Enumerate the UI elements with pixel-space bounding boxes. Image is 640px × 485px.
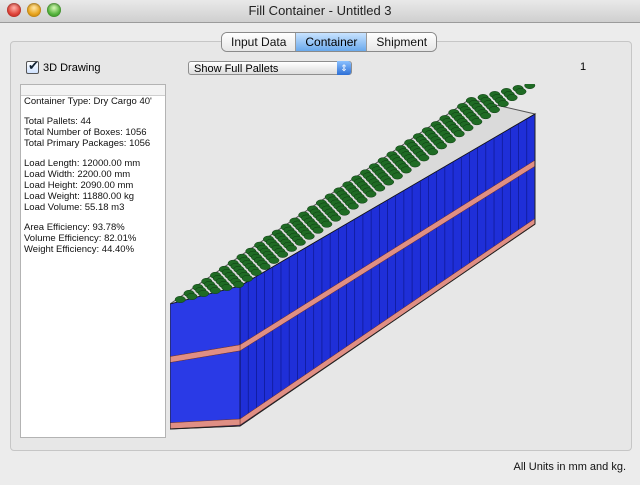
total-boxes: Total Number of Boxes: 1056 — [24, 127, 147, 138]
drum-top — [400, 166, 412, 174]
drum-top — [489, 106, 500, 114]
drum-top — [259, 262, 271, 270]
drum-top — [383, 178, 395, 186]
drum-top — [409, 160, 421, 168]
drum-top — [198, 290, 210, 297]
drum-top — [462, 124, 474, 132]
tab-bar: Input Data Container Shipment — [221, 32, 438, 52]
drum-top — [286, 244, 297, 252]
drum-top — [294, 238, 306, 246]
volume-efficiency: Volume Efficiency: 82.01% — [24, 233, 137, 244]
drum-top — [209, 287, 221, 294]
pallet-display-value: Show Full Pallets — [194, 63, 279, 75]
drum-top — [250, 268, 262, 276]
window-title: Fill Container - Untitled 3 — [248, 3, 392, 18]
drum-top — [268, 256, 280, 264]
drum-top — [374, 184, 386, 192]
drum-top — [303, 232, 315, 240]
load-weight: Load Weight: 11880.00 kg — [24, 191, 135, 202]
tab-input-data[interactable]: Input Data — [222, 33, 297, 51]
drum-top — [339, 208, 350, 216]
drum-top — [444, 136, 456, 144]
drum-top — [312, 226, 324, 234]
drum-top — [365, 190, 377, 198]
load-width: Load Width: 2200.00 mm — [24, 169, 131, 180]
tab-shipment[interactable]: Shipment — [367, 33, 437, 51]
drum-top — [356, 196, 368, 204]
select-arrows-icon: ⇕ — [337, 61, 351, 75]
drum-top — [506, 94, 518, 102]
drum-top — [418, 154, 430, 162]
draw-3d-toggle[interactable]: ✔ 3D Drawing — [26, 58, 101, 74]
load-length: Load Length: 12000.00 mm — [24, 158, 141, 169]
page-number: 1 — [580, 61, 587, 73]
drum-top — [515, 88, 527, 95]
area-efficiency: Area Efficiency: 93.78% — [24, 222, 125, 233]
drum-top — [277, 250, 289, 258]
load-summary-panel: Container Type: Dry Cargo 40' Total Pall… — [20, 84, 166, 438]
summary-header-bar — [21, 85, 165, 96]
drum-top — [330, 214, 342, 222]
drum-top — [524, 84, 536, 89]
drum-top — [241, 275, 253, 282]
app-window: Fill Container - Untitled 3 Input Data C… — [0, 0, 640, 485]
draw-3d-label: 3D Drawing — [43, 61, 101, 74]
drum-top — [480, 112, 492, 120]
load-volume: Load Volume: 55.18 m3 — [24, 202, 125, 213]
drum-top — [427, 148, 439, 156]
container-3d-view[interactable] — [170, 84, 625, 436]
total-primary-packages: Total Primary Packages: 1056 — [24, 138, 151, 149]
title-bar: Fill Container - Untitled 3 — [0, 0, 640, 23]
load-height: Load Height: 2090.00 mm — [24, 180, 134, 191]
container-type: Container Type: Dry Cargo 40' — [24, 96, 152, 107]
drum-top — [321, 220, 333, 228]
pallet-display-select[interactable]: Show Full Pallets ⇕ — [188, 61, 352, 75]
units-note: All Units in mm and kg. — [513, 461, 626, 473]
drum-top — [233, 281, 245, 288]
weight-efficiency: Weight Efficiency: 44.40% — [24, 244, 135, 255]
drum-top — [436, 142, 447, 150]
tab-container[interactable]: Container — [296, 33, 368, 51]
checkmark-icon: ✔ — [28, 58, 39, 73]
total-pallets: Total Pallets: 44 — [24, 116, 92, 127]
drum-top — [471, 118, 483, 126]
drum-top — [186, 293, 198, 300]
drum-top — [174, 296, 186, 303]
draw-3d-checkbox[interactable]: ✔ — [26, 58, 39, 74]
drum-top — [347, 202, 359, 210]
drum-top — [453, 130, 465, 138]
drum-top — [391, 172, 403, 180]
drum-top — [221, 284, 233, 291]
drum-top — [497, 100, 509, 108]
